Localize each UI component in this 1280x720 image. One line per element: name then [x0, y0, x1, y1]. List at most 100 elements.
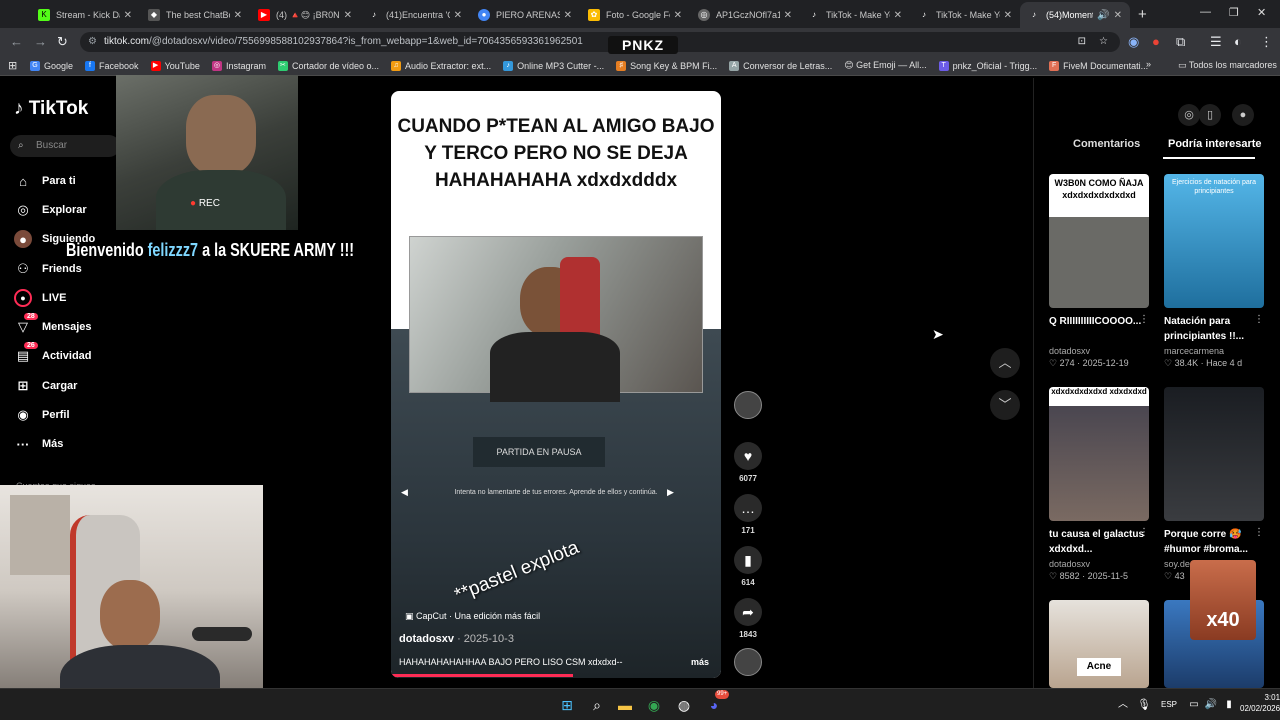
discord-icon[interactable]: ◕ 99+ — [703, 690, 730, 716]
bookmark[interactable]: G Google — [30, 60, 73, 71]
bookmark[interactable]: ♯ Song Key & BPM Fi... — [616, 60, 717, 71]
mute-tab-icon[interactable]: 🔊 — [1097, 10, 1109, 21]
video-player[interactable]: CUANDO P*TEAN AL AMIGO BAJO Y TERCO PERO… — [391, 91, 721, 678]
nav-item-actividad[interactable]: ▤ 26 Actividad — [14, 342, 92, 365]
close-tab-icon[interactable]: ✕ — [454, 10, 462, 21]
search-input[interactable]: ⌕ Buscar — [10, 135, 120, 157]
next-video-button[interactable]: ﹀ — [990, 390, 1020, 420]
language-indicator[interactable]: ESP — [1158, 694, 1180, 716]
nav-item-para-ti[interactable]: ⌂ Para ti — [14, 172, 76, 190]
previous-video-button[interactable]: ︿ — [990, 348, 1020, 378]
bookmark[interactable]: 😊 Get Emoji — All... — [844, 60, 926, 71]
forward-icon[interactable]: → — [34, 34, 47, 49]
close-tab-icon[interactable]: ✕ — [344, 10, 352, 21]
system-clock[interactable]: 3:01 02/02/2026 — [1240, 692, 1280, 714]
close-tab-icon[interactable]: ✕ — [1114, 10, 1122, 21]
microphone-icon[interactable]: 🎙 — [1133, 694, 1155, 716]
site-info-icon[interactable]: ⚙ — [88, 32, 97, 52]
bookmark-star-icon[interactable]: ☆ — [1099, 32, 1108, 52]
search-icon[interactable]: ⌕ — [586, 694, 608, 716]
share-button[interactable]: ➦ 1843 — [734, 598, 762, 639]
nav-item-perfil[interactable]: ◉ Perfil — [14, 406, 69, 424]
bookmarks-overflow-icon[interactable]: » — [1146, 59, 1151, 69]
nav-item-cargar[interactable]: ⊞ Cargar — [14, 377, 78, 395]
card-menu-icon[interactable]: ⋮ — [1254, 527, 1264, 538]
browser-tab[interactable]: K Stream - Kick Da ✕ — [30, 2, 140, 28]
start-button-icon[interactable]: ⊞ — [556, 694, 578, 716]
recommended-video-card[interactable]: Porque corre 🥵 #humor #broma... soy.de ♡… — [1164, 387, 1264, 582]
close-tab-icon[interactable]: ✕ — [564, 10, 572, 21]
card-menu-icon[interactable]: ⋮ — [1139, 527, 1149, 538]
reload-icon[interactable]: ↻ — [57, 34, 68, 50]
install-icon[interactable]: ⊡ — [1078, 32, 1086, 52]
chrome-menu-icon[interactable]: ⋮ — [1260, 34, 1273, 50]
comment-button[interactable]: … 171 — [734, 494, 762, 535]
battery-icon[interactable]: ▮ — [1218, 694, 1240, 716]
close-tab-icon[interactable]: ✕ — [234, 10, 242, 21]
reading-list-icon[interactable]: ☰ — [1210, 34, 1222, 50]
recommended-video-card[interactable]: W3B0N COMO ÑAJA xdxdxdxdxdxdxd Q RIIIIII… — [1049, 174, 1149, 369]
video-progress-bar[interactable] — [391, 674, 573, 677]
bookmark[interactable]: Tpnkz_Oficial - Trigg... — [938, 60, 1037, 71]
bookmark[interactable]: f Facebook — [85, 60, 139, 71]
extension-red-icon[interactable]: ● — [1152, 34, 1160, 49]
recommended-video-card[interactable]: Ejercicios de natación para principiante… — [1164, 174, 1264, 369]
close-tab-icon[interactable]: ✕ — [124, 10, 132, 21]
like-button[interactable]: ♥ 6077 — [734, 442, 762, 483]
browser-tab[interactable]: ▶ (4) 🔺😊 ¡BR0NC ✕ — [250, 2, 360, 28]
card-menu-icon[interactable]: ⋮ — [1254, 314, 1264, 325]
tab-comentarios[interactable]: Comentarios — [1073, 138, 1140, 150]
browser-tab[interactable]: ♪(41)Encuentra 'O.✕ — [360, 2, 470, 28]
creator-avatar-button[interactable] — [734, 391, 762, 419]
bookmark[interactable]: ♪ Online MP3 Cutter -... — [503, 60, 604, 71]
browser-tab[interactable]: ●PIERO ARENAS - ✕ — [470, 2, 580, 28]
extensions-puzzle-icon[interactable]: ⧉ — [1176, 34, 1185, 50]
browser-tab[interactable]: ♪TikTok - Make You✕ — [910, 2, 1020, 28]
extension-icon[interactable]: ◉ — [1128, 34, 1139, 50]
back-icon[interactable]: ← — [10, 34, 23, 49]
apps-grid-icon[interactable]: ⊞ — [8, 59, 17, 72]
browser-tab[interactable]: ◎AP1GczNOfl7a15✕ — [690, 2, 800, 28]
nav-item-friends[interactable]: ⚇ Friends — [14, 260, 82, 278]
browser-tab[interactable]: ♪TikTok - Make You✕ — [800, 2, 910, 28]
browser-tab[interactable]: ◆ The best ChatBot ✕ — [140, 2, 250, 28]
video-author[interactable]: dotadosxv · 2025-10-3 — [399, 633, 514, 645]
restore-icon[interactable]: ❐ — [1229, 6, 1239, 19]
recommended-video-card[interactable]: Acne — [1049, 600, 1149, 688]
bookmark[interactable]: ▶ YouTube — [150, 60, 200, 71]
chrome-icon[interactable]: ◉ — [643, 694, 665, 716]
close-tab-icon[interactable]: ✕ — [1004, 10, 1012, 21]
file-explorer-icon[interactable]: ▬ — [614, 694, 636, 716]
tab-podria-interesarte[interactable]: Podría interesarte — [1168, 138, 1262, 150]
tiktok-logo[interactable]: ♪ TikTok — [14, 98, 88, 120]
close-window-icon[interactable]: ✕ — [1257, 6, 1266, 19]
bookmark[interactable]: ◎ Instagram — [211, 60, 266, 71]
explore-icon[interactable]: ◎ — [1178, 104, 1200, 126]
close-tab-icon[interactable]: ✕ — [674, 10, 682, 21]
bookmark[interactable]: A Conversor de Letras... — [729, 60, 832, 71]
address-bar[interactable]: ⚙ tiktok.com/@dotadosxv/video/7556998588… — [80, 32, 1120, 52]
browser-tab-active[interactable]: ♪(54)Momento🔊✕ — [1020, 2, 1130, 28]
card-menu-icon[interactable]: ⋮ — [1139, 314, 1149, 325]
sound-disc-button[interactable] — [734, 648, 762, 676]
nav-item-mas[interactable]: ··· Más — [14, 435, 64, 453]
bookmark[interactable]: ✂ Cortador de vídeo o... — [277, 60, 379, 71]
bookmark[interactable]: F FiveM Documentati... — [1049, 60, 1148, 71]
more-description-link[interactable]: más — [691, 657, 709, 667]
device-icon[interactable]: ▯ — [1199, 104, 1221, 126]
all-bookmarks-folder[interactable]: ▭ Todos los marcadores — [1178, 60, 1277, 71]
profile-avatar-icon[interactable]: ● — [1232, 104, 1254, 126]
nav-item-live[interactable]: ● LIVE — [14, 289, 66, 307]
browser-tab[interactable]: ✿ Foto - Google Fot ✕ — [580, 2, 690, 28]
new-tab-button[interactable]: + — [1138, 6, 1147, 23]
close-tab-icon[interactable]: ✕ — [784, 10, 792, 21]
profile-avatar-icon[interactable]: ◐ — [1234, 34, 1242, 49]
recommended-video-card[interactable]: xdxdxdxdxdxd xdxdxdxd tu causa el galact… — [1049, 387, 1149, 582]
close-tab-icon[interactable]: ✕ — [894, 10, 902, 21]
minimize-icon[interactable]: — — [1200, 6, 1211, 18]
obs-icon[interactable]: ◍ — [673, 694, 695, 716]
tray-overflow-icon[interactable]: ︿ — [1112, 694, 1134, 716]
bookmark[interactable]: ♫ Audio Extractor: ext... — [391, 60, 491, 71]
nav-item-explorar[interactable]: ◎ Explorar — [14, 201, 86, 219]
save-button[interactable]: ▮ 614 — [734, 546, 762, 587]
